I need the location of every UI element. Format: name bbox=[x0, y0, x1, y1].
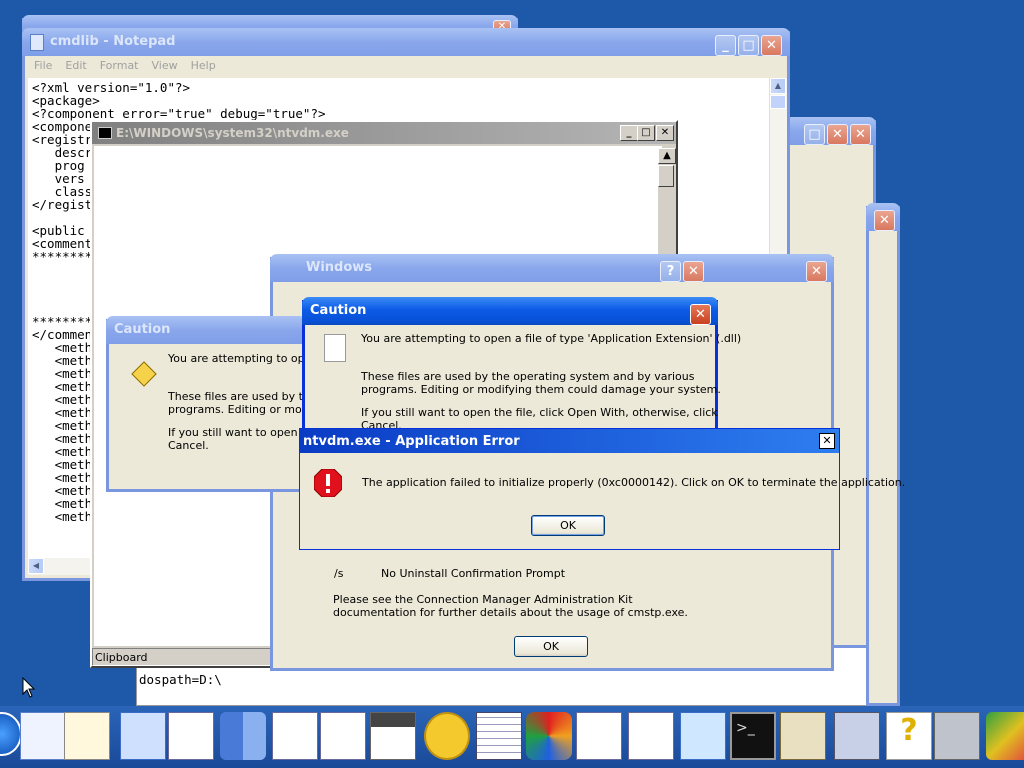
scroll-thumb[interactable] bbox=[658, 165, 674, 187]
background-window-maximize-button[interactable]: □ bbox=[804, 124, 825, 145]
blank-window-icon[interactable] bbox=[320, 712, 366, 760]
close-button[interactable]: ✕ bbox=[683, 261, 704, 282]
close-button[interactable]: ✕ bbox=[761, 35, 782, 56]
blank-document-icon[interactable] bbox=[20, 712, 66, 760]
notepad-icon bbox=[30, 34, 44, 51]
caution-text-1: You are attempting to open a file of typ… bbox=[361, 332, 742, 345]
app-error-titlebar: ntvdm.exe - Application Error bbox=[300, 429, 839, 453]
smiley-icon[interactable] bbox=[424, 712, 470, 760]
calculator-icon[interactable] bbox=[934, 712, 980, 760]
file-icon bbox=[324, 334, 346, 362]
switch-key: /s bbox=[334, 567, 344, 580]
close-button[interactable]: ✕ bbox=[656, 125, 674, 141]
minimize-button[interactable]: _ bbox=[620, 125, 638, 141]
caution-text-2b: programs. Editing or modifying them coul… bbox=[361, 383, 721, 396]
maximize-button[interactable]: □ bbox=[738, 35, 759, 56]
caution-title: Caution bbox=[114, 322, 171, 337]
menu-file[interactable]: File bbox=[34, 56, 52, 72]
blank-window-icon[interactable] bbox=[168, 712, 214, 760]
application-error-dialog[interactable]: ntvdm.exe - Application Error ✕ The appl… bbox=[299, 428, 905, 550]
scroll-up-arrow-icon[interactable]: ▲ bbox=[658, 148, 676, 164]
pencil-grid-icon[interactable] bbox=[476, 712, 522, 760]
ok-button[interactable]: OK bbox=[531, 515, 605, 536]
blank-window-icon[interactable] bbox=[272, 712, 318, 760]
background-window-close-button-2[interactable]: ✕ bbox=[850, 124, 871, 145]
close-button-2[interactable]: ✕ bbox=[806, 261, 827, 282]
scroll-up-arrow-icon[interactable]: ▲ bbox=[770, 78, 786, 94]
pinwheel-icon[interactable] bbox=[526, 712, 572, 760]
notepad-menubar: File Edit Format View Help bbox=[25, 56, 787, 75]
help-button[interactable]: ? bbox=[660, 261, 681, 282]
blank-window-icon[interactable] bbox=[628, 712, 674, 760]
clipboard-label: Clipboard bbox=[95, 651, 148, 664]
background-window-close-button[interactable]: ✕ bbox=[874, 210, 895, 231]
caution-text-3a: If you still want to open the file, clic… bbox=[361, 406, 718, 419]
notepad-write-icon[interactable] bbox=[64, 712, 110, 760]
notepad-title: cmdlib - Notepad bbox=[50, 34, 176, 49]
scroll-left-arrow-icon[interactable]: ◀ bbox=[28, 558, 44, 574]
ntvdm-titlebar: E:\WINDOWS\system32\ntvdm.exe bbox=[92, 122, 676, 144]
console-line: dospath=D:\ bbox=[139, 672, 222, 687]
help-icon[interactable]: ? bbox=[886, 712, 932, 760]
blank-window-icon[interactable] bbox=[576, 712, 622, 760]
terminal-icon[interactable]: >_ bbox=[730, 712, 776, 760]
clipboard-status: Clipboard bbox=[92, 648, 272, 666]
cmstp-note: Please see the Connection Manager Admini… bbox=[333, 593, 688, 619]
background-window-right-2[interactable]: ✕ bbox=[866, 203, 900, 706]
minimize-button[interactable]: _ bbox=[715, 35, 736, 56]
menu-format[interactable]: Format bbox=[100, 56, 139, 72]
clipboard-icon[interactable] bbox=[780, 712, 826, 760]
menu-view[interactable]: View bbox=[152, 56, 178, 72]
error-icon bbox=[314, 469, 342, 497]
app-error-title: ntvdm.exe - Application Error bbox=[303, 434, 520, 449]
background-window-close-button[interactable]: ✕ bbox=[827, 124, 848, 145]
caution-text-3a: If you still want to open the bbox=[168, 426, 320, 439]
email-icon[interactable] bbox=[120, 712, 166, 760]
caution-dialog-back[interactable]: Caution You are attempting to open a The… bbox=[106, 316, 332, 492]
close-button[interactable]: ✕ bbox=[690, 304, 711, 325]
ok-button[interactable]: OK bbox=[514, 636, 588, 657]
windows-dialog-title: Windows bbox=[306, 260, 373, 275]
console-icon bbox=[98, 127, 112, 139]
mouse-cursor-icon bbox=[22, 677, 36, 698]
puzzle-icon[interactable] bbox=[986, 712, 1024, 760]
menu-help[interactable]: Help bbox=[191, 56, 216, 72]
maximize-button[interactable]: □ bbox=[637, 125, 655, 141]
network-computer-icon[interactable] bbox=[834, 712, 880, 760]
scroll-thumb[interactable] bbox=[770, 95, 786, 109]
caution-text-2a: These files are used by the operating sy… bbox=[361, 370, 695, 383]
warning-icon bbox=[131, 361, 157, 387]
caution-title: Caution bbox=[310, 303, 367, 318]
menu-edit[interactable]: Edit bbox=[65, 56, 86, 72]
close-button[interactable]: ✕ bbox=[819, 433, 835, 449]
finder-face-icon[interactable] bbox=[220, 712, 266, 760]
notepad-icon[interactable] bbox=[680, 712, 726, 760]
console-bar-icon[interactable] bbox=[370, 712, 416, 760]
app-error-message: The application failed to initialize pro… bbox=[362, 476, 906, 489]
caution-dialog[interactable]: Caution ✕ You are attempting to open a f… bbox=[302, 297, 741, 440]
caution-text-3b: Cancel. bbox=[168, 439, 209, 452]
switch-description: No Uninstall Confirmation Prompt bbox=[381, 567, 566, 580]
ntvdm-title: E:\WINDOWS\system32\ntvdm.exe bbox=[116, 126, 349, 140]
